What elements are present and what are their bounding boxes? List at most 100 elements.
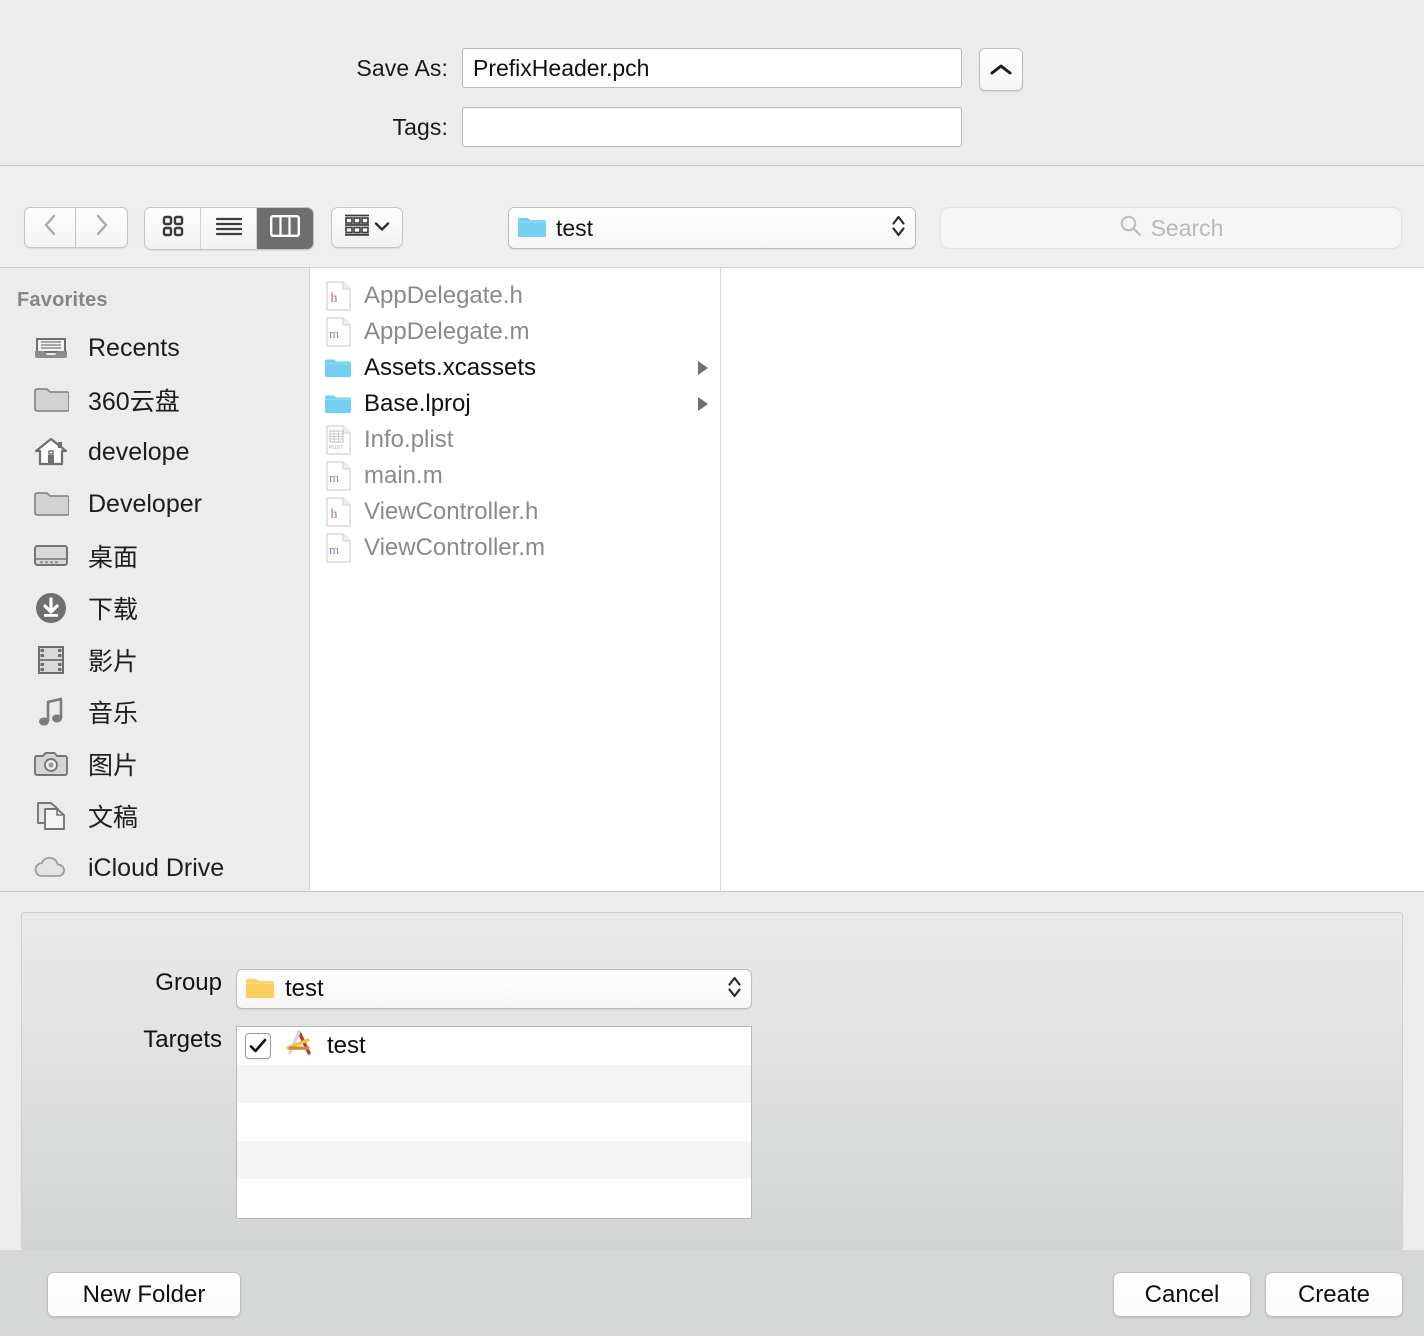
arrange-grid-icon — [344, 214, 370, 241]
forward-button[interactable] — [76, 207, 128, 248]
location-popup-button[interactable]: test — [508, 207, 916, 249]
h-file-icon: h — [324, 497, 352, 527]
blue-folder-icon — [324, 389, 352, 419]
sidebar-item-label: develope — [88, 437, 190, 466]
chevron-right-icon — [94, 213, 110, 242]
m-file-icon: m — [324, 317, 352, 347]
file-name: AppDelegate.h — [364, 282, 523, 309]
group-value: test — [285, 975, 324, 1002]
music-icon — [30, 695, 72, 729]
yellow-folder-icon — [245, 975, 275, 1004]
save-as-row: Save As: PrefixHeader.pch — [268, 48, 962, 88]
target-row[interactable]: test — [237, 1027, 751, 1065]
target-row-empty — [237, 1179, 751, 1217]
svg-text:m: m — [329, 470, 339, 485]
targets-row: Targets test — [22, 1026, 752, 1219]
accessory-panel: Group test Targets test — [21, 912, 1403, 1250]
svg-text:m: m — [329, 542, 339, 557]
sidebar-item-movies[interactable]: 影片 — [0, 634, 309, 686]
save-as-input[interactable]: PrefixHeader.pch — [462, 48, 962, 88]
up-down-arrows-icon — [890, 211, 907, 246]
search-icon — [1119, 214, 1142, 242]
file-row[interactable]: m AppDelegate.m — [310, 314, 720, 350]
file-row[interactable]: Base.lproj — [310, 386, 720, 422]
folder-icon — [30, 383, 72, 417]
chevron-down-icon — [374, 219, 390, 237]
save-dialog: Save As: PrefixHeader.pch Tags: test Sea… — [0, 0, 1424, 1336]
sidebar: Favorites Recents 360云盘 develope Develop… — [0, 268, 310, 891]
svg-text:PLIST: PLIST — [329, 445, 343, 451]
up-down-arrows-icon — [726, 972, 743, 1007]
folder-icon — [30, 487, 72, 521]
sidebar-item-documents[interactable]: 文稿 — [0, 790, 309, 842]
downloads-icon — [30, 591, 72, 625]
sidebar-item-icloud-drive[interactable]: iCloud Drive — [0, 842, 309, 891]
group-row: Group test — [22, 969, 752, 1009]
tags-input[interactable] — [462, 107, 962, 147]
file-row[interactable]: h AppDelegate.h — [310, 278, 720, 314]
search-input[interactable]: Search — [940, 207, 1402, 249]
target-name: test — [327, 1032, 366, 1059]
sidebar-item-develope[interactable]: develope — [0, 426, 309, 478]
file-browser: Favorites Recents 360云盘 develope Develop… — [0, 267, 1424, 892]
m-file-icon: m — [324, 533, 352, 563]
location-popup-label: test — [556, 214, 594, 241]
group-popup-button[interactable]: test — [236, 969, 752, 1009]
sidebar-item-desktop[interactable]: 桌面 — [0, 530, 309, 582]
m-file-icon: m — [324, 461, 352, 491]
file-row[interactable]: h ViewController.h — [310, 494, 720, 530]
search-placeholder: Search — [1150, 214, 1224, 241]
save-as-label: Save As: — [356, 54, 448, 81]
cloud-icon — [30, 851, 72, 885]
file-column-2[interactable] — [721, 268, 1424, 891]
target-row-empty — [237, 1065, 751, 1103]
group-label: Group — [155, 969, 222, 996]
disclosure-triangle-icon — [698, 361, 708, 375]
expand-collapse-button[interactable] — [979, 48, 1023, 91]
column-view-button[interactable] — [257, 208, 313, 249]
cancel-button[interactable]: Cancel — [1113, 1272, 1251, 1317]
sidebar-item-recents[interactable]: Recents — [0, 322, 309, 374]
tags-row: Tags: — [268, 107, 962, 147]
list-icon — [215, 216, 243, 241]
file-row[interactable]: PLIST Info.plist — [310, 422, 720, 458]
blue-folder-icon — [324, 353, 352, 383]
back-button[interactable] — [24, 207, 76, 248]
targets-list[interactable]: test — [236, 1026, 752, 1219]
list-view-button[interactable] — [201, 208, 257, 249]
file-row[interactable]: Assets.xcassets — [310, 350, 720, 386]
column-view: h AppDelegate.h m AppDelegate.m Assets.x… — [310, 268, 1424, 891]
target-row-empty — [237, 1103, 751, 1141]
sidebar-item-360yunpan[interactable]: 360云盘 — [0, 374, 309, 426]
arrange-by-button[interactable] — [331, 207, 403, 248]
sidebar-item-label: 桌面 — [88, 544, 139, 572]
sidebar-item-downloads[interactable]: 下载 — [0, 582, 309, 634]
file-name: ViewController.m — [364, 534, 545, 561]
sidebar-item-label: 文稿 — [88, 804, 139, 832]
file-row[interactable]: m ViewController.m — [310, 530, 720, 566]
chevron-left-icon — [42, 213, 58, 242]
navigation-buttons — [24, 207, 128, 248]
file-name: ViewController.h — [364, 498, 539, 525]
sidebar-item-music[interactable]: 音乐 — [0, 686, 309, 738]
sidebar-item-label: 图片 — [88, 752, 139, 780]
columns-icon — [270, 215, 301, 242]
save-as-header: Save As: PrefixHeader.pch Tags: — [0, 0, 1424, 166]
home-icon — [30, 435, 72, 469]
view-mode-segmented-control — [144, 207, 314, 250]
desktop-icon — [30, 539, 72, 573]
sidebar-item-pictures[interactable]: 图片 — [0, 738, 309, 790]
file-row[interactable]: m main.m — [310, 458, 720, 494]
file-column-1: h AppDelegate.h m AppDelegate.m Assets.x… — [310, 268, 721, 891]
plist-file-icon: PLIST — [324, 425, 352, 455]
tags-label: Tags: — [392, 113, 448, 140]
movies-icon — [30, 643, 72, 677]
create-button[interactable]: Create — [1265, 1272, 1403, 1317]
sidebar-section-favorites: Favorites — [17, 289, 108, 311]
pictures-icon — [30, 747, 72, 781]
target-checkbox[interactable] — [245, 1033, 271, 1059]
sidebar-item-developer[interactable]: Developer — [0, 478, 309, 530]
svg-text:h: h — [331, 291, 338, 306]
new-folder-button[interactable]: New Folder — [47, 1272, 241, 1317]
icon-view-button[interactable] — [145, 208, 201, 249]
